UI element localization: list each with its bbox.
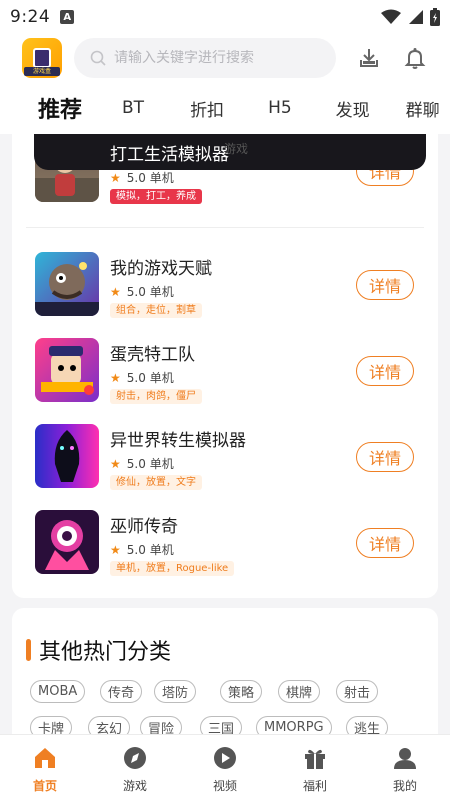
detail-button[interactable]: 详情 — [356, 528, 414, 558]
category-chip[interactable]: 三国 — [200, 716, 243, 734]
compass-icon — [124, 747, 146, 769]
game-row[interactable]: 异世界转生模拟器 ★ 5.0 单机 修仙，放置，文字 详情 — [12, 424, 438, 500]
category-chip[interactable]: 射击 — [336, 680, 379, 703]
search-bar[interactable] — [74, 38, 336, 78]
game-tags: 模拟，打工，养成 — [110, 189, 202, 204]
game-meta: ★ 5.0 单机 — [110, 542, 174, 558]
gift-icon — [305, 749, 325, 769]
nav-label: 首页 — [32, 779, 57, 793]
user-icon — [394, 748, 416, 769]
game-title-banner[interactable]: 打工生活模拟器 游戏 — [34, 134, 426, 170]
category-chip[interactable]: MOBA — [30, 680, 86, 703]
search-input[interactable] — [114, 50, 314, 66]
bell-icon[interactable] — [402, 45, 428, 71]
status-bar: 9:24 A — [0, 0, 450, 34]
star-icon: ★ — [110, 542, 121, 557]
nav-home[interactable]: 首页 — [0, 735, 90, 800]
star-icon: ★ — [110, 370, 121, 385]
game-row[interactable]: 巫师传奇 ★ 5.0 单机 单机，放置，Rogue-like 详情 — [12, 510, 438, 586]
tab-bt[interactable]: BT — [122, 98, 144, 118]
game-thumbnail — [35, 252, 99, 316]
banner-title: 打工生活模拟器 — [110, 144, 229, 165]
banner-faint-text: 游戏 — [224, 142, 249, 156]
tab-discover[interactable]: 发现 — [336, 96, 370, 121]
nav-label: 福利 — [302, 779, 327, 793]
hot-categories-card: 其他热门分类 MOBA 传奇 塔防 策略 棋牌 射击 卡牌 玄幻 冒险 三国 M… — [12, 608, 438, 734]
game-name: 我的游戏天赋 — [110, 259, 212, 279]
detail-button[interactable]: 详情 — [356, 442, 414, 472]
category-chip[interactable]: 玄幻 — [88, 716, 131, 734]
tab-group-chat[interactable]: 群聊 — [406, 96, 440, 121]
logo-screen-icon — [33, 48, 51, 68]
nav-label: 我的 — [392, 779, 417, 793]
search-icon — [90, 50, 106, 66]
signal-icon — [409, 10, 423, 24]
game-thumbnail — [35, 338, 99, 402]
play-icon — [214, 747, 236, 769]
category-chip[interactable]: 棋牌 — [278, 680, 321, 703]
game-name: 异世界转生模拟器 — [110, 431, 246, 451]
game-name: 蛋壳特工队 — [110, 345, 195, 365]
game-thumbnail — [35, 424, 99, 488]
game-row[interactable]: 蛋壳特工队 ★ 5.0 单机 射击，肉鸽，僵尸 详情 — [12, 338, 438, 414]
nav-video[interactable]: 视频 — [180, 735, 270, 800]
nav-mine[interactable]: 我的 — [360, 735, 450, 800]
game-tags: 单机，放置，Rogue-like — [110, 561, 235, 576]
category-chip[interactable]: 传奇 — [100, 680, 143, 703]
download-icon[interactable] — [356, 45, 382, 71]
tab-recommend[interactable]: 推荐 — [38, 92, 82, 124]
category-chip[interactable]: MMORPG — [256, 716, 332, 734]
section-title: 其他热门分类 — [26, 634, 171, 666]
category-chip[interactable]: 策略 — [220, 680, 263, 703]
divider — [26, 227, 424, 228]
game-tags: 修仙，放置，文字 — [110, 475, 202, 490]
star-icon: ★ — [110, 456, 121, 471]
category-chip[interactable]: 冒险 — [140, 716, 183, 734]
logo-label: 游戏盒 — [24, 67, 60, 76]
status-time: 9:24 — [10, 7, 51, 27]
content-scroll[interactable]: ★ 5.0 单机 模拟，打工，养成 详情 我的游戏天赋 ★ 5.0 单机 组合，走位… — [0, 134, 450, 734]
game-meta: ★ 5.0 单机 — [110, 456, 174, 472]
category-chip[interactable]: 逃生 — [346, 716, 389, 734]
tab-discount[interactable]: 折扣 — [190, 96, 224, 121]
detail-button[interactable]: 详情 — [356, 270, 414, 300]
game-meta: ★ 5.0 单机 — [110, 370, 174, 386]
status-right-icons — [380, 8, 440, 26]
title-accent-bar — [26, 639, 31, 661]
nav-label: 游戏 — [122, 779, 147, 793]
notification-a-icon: A — [60, 10, 75, 24]
category-chip[interactable]: 卡牌 — [30, 716, 73, 734]
game-thumbnail — [35, 510, 99, 574]
star-icon: ★ — [110, 284, 121, 299]
wifi-icon — [381, 9, 401, 24]
category-tabs: 推荐 BT 折扣 H5 发现 群聊 — [0, 82, 450, 134]
nav-welfare[interactable]: 福利 — [270, 735, 360, 800]
nav-label: 视频 — [212, 779, 237, 793]
game-name: 巫师传奇 — [110, 517, 178, 537]
tab-h5[interactable]: H5 — [268, 98, 292, 118]
nav-games[interactable]: 游戏 — [90, 735, 180, 800]
bottom-nav: 首页 游戏 视频 福利 我的 — [0, 734, 450, 800]
section-title-text: 其他热门分类 — [39, 640, 172, 665]
game-meta: ★ 5.0 单机 — [110, 170, 174, 186]
category-chip[interactable]: 塔防 — [154, 680, 197, 703]
game-meta: ★ 5.0 单机 — [110, 284, 174, 300]
app-logo[interactable]: 游戏盒 — [22, 38, 62, 78]
detail-button[interactable]: 详情 — [356, 356, 414, 386]
header: 游戏盒 — [0, 34, 450, 82]
star-icon: ★ — [110, 170, 121, 185]
battery-icon — [430, 8, 440, 26]
home-icon — [35, 748, 55, 768]
game-tags: 组合，走位，割草 — [110, 303, 202, 318]
game-list-card: ★ 5.0 单机 模拟，打工，养成 详情 我的游戏天赋 ★ 5.0 单机 组合，走位… — [12, 134, 438, 598]
game-tags: 射击，肉鸽，僵尸 — [110, 389, 202, 404]
game-row[interactable]: 我的游戏天赋 ★ 5.0 单机 组合，走位，割草 详情 — [12, 252, 438, 328]
